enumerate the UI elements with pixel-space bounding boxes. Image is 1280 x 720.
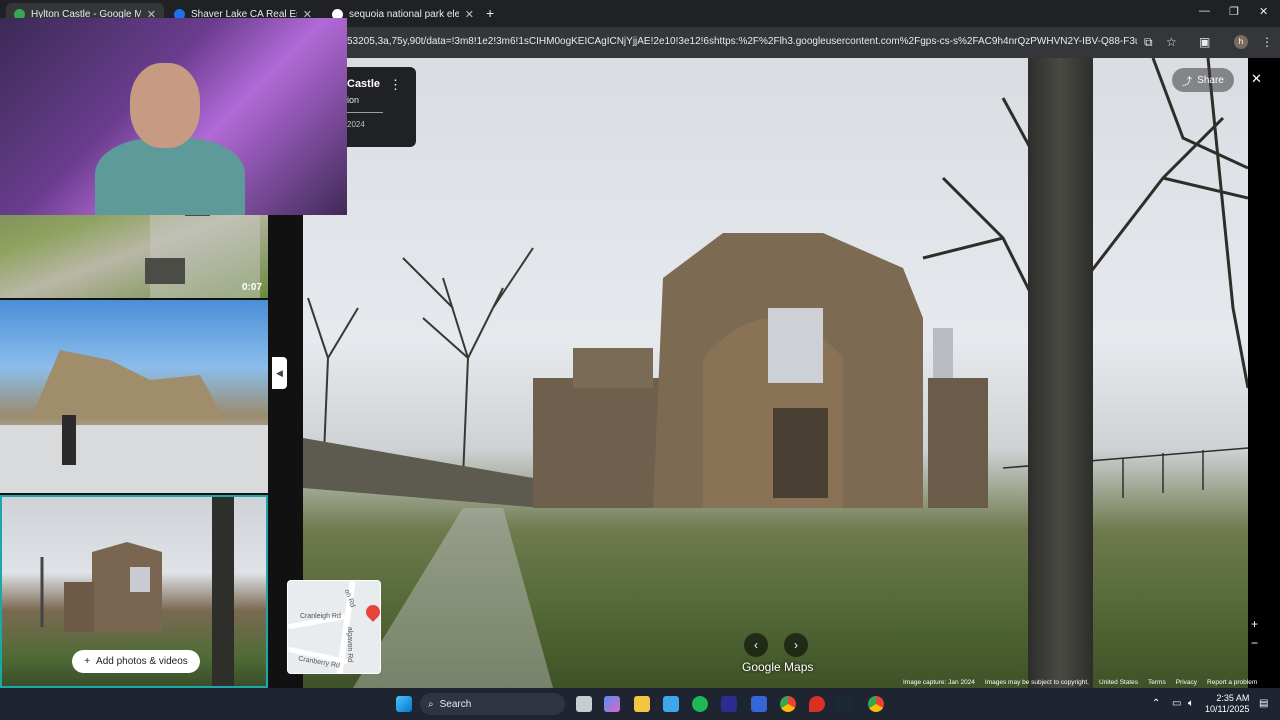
webcam-overlay [0,18,347,215]
plus-icon: + [84,656,91,667]
place-date: 2024 [347,120,365,129]
add-photos-button[interactable]: + Add photos & videos [72,650,200,673]
castle-tower-illustration [0,350,268,493]
notifications-icon[interactable]: ▤ [1259,698,1268,709]
add-photos-label: Add photos & videos [96,656,188,667]
zoom-out-button[interactable]: − [1251,636,1258,650]
webcam-person-head [130,63,200,148]
copilot-icon[interactable] [604,696,620,712]
clock-date: 10/11/2025 [1205,704,1250,714]
app-diamond-icon[interactable] [751,696,767,712]
sidebar-icon[interactable]: ▣ [1199,35,1210,49]
clock-time: 2:35 AM [1216,693,1250,703]
minimap-label: algavon Rd [346,626,354,663]
network-icon[interactable]: ▭ [1172,698,1181,709]
volume-icon[interactable]: 🔈︎ [1188,698,1194,709]
close-viewer-icon[interactable]: ✕ [1251,71,1262,87]
video-duration: 0:07 [241,282,262,293]
file-explorer-icon[interactable] [634,696,650,712]
share-label: Share [1197,74,1224,86]
tab-title: sequoia national park elevation [349,8,459,20]
tree-trunk [1028,58,1093,688]
place-card-divider [347,112,383,113]
steam-icon[interactable] [838,696,854,712]
chevron-left-icon: ‹ [754,638,758,652]
new-tab-icon[interactable]: + [486,5,494,21]
bookmark-star-icon[interactable]: ☆ [1166,35,1177,49]
collapse-panel-button[interactable]: ◀ [272,357,287,389]
windows-start-icon[interactable] [396,696,412,712]
url-field[interactable]: 53205,3a,75y,90t/data=!3m8!1e2!3m6!1sCIH… [347,36,1137,47]
tray-chevron-icon[interactable]: ⌃ [1152,698,1160,709]
tab-sequoia-search[interactable]: sequoia national park elevation ✕ [324,3,482,25]
search-icon: ⌕ [428,698,434,710]
photo-thumbnail[interactable] [0,300,268,493]
chrome-icon[interactable] [780,696,796,712]
install-app-icon[interactable]: ⧉ [1144,35,1153,50]
maps-pin-icon[interactable] [809,696,825,712]
search-label: Search [439,698,472,710]
notepad-icon[interactable] [663,696,679,712]
place-subtitle: ion [347,95,360,105]
minimap[interactable]: Cranleigh Rd Cranberry Rd algavon Rd on … [287,580,381,674]
more-menu-icon[interactable]: ⋮ [1261,35,1273,49]
close-tab-icon[interactable]: ✕ [465,8,474,21]
place-card[interactable]: Castle ion 2024 ⋮ [347,67,416,147]
minimap-label: Cranleigh Rd [300,613,341,620]
chevron-left-icon: ◀ [276,367,283,378]
webcam-person-shirt [95,138,245,215]
place-title: Castle [347,78,381,90]
google-maps-watermark: Google Maps [742,660,814,674]
previous-photo-button[interactable]: ‹ [744,633,768,657]
minimize-icon[interactable]: — [1199,5,1210,17]
zoom-in-button[interactable]: + [1251,617,1258,631]
spotify-icon[interactable] [692,696,708,712]
more-options-icon[interactable]: ⋮ [389,77,402,93]
share-button[interactable]: ⤴ Share [1172,68,1234,92]
taskbar-clock[interactable]: 2:35 AM 10/11/2025 [1205,693,1249,715]
chevron-right-icon: › [794,638,798,652]
street-view-photo[interactable] [303,58,1248,688]
profile-avatar[interactable]: h [1234,35,1248,49]
location-pin-icon [363,602,380,622]
right-edge-strip [1248,58,1280,688]
taskbar-search[interactable]: ⌕ Search [420,693,565,715]
next-photo-button[interactable]: › [784,633,808,657]
task-view-icon[interactable] [576,696,592,712]
chrome-active-icon[interactable] [868,696,884,712]
window-close-icon[interactable]: ✕ [1259,5,1268,18]
restore-icon[interactable]: ❐ [1229,5,1239,18]
hudfx-icon[interactable] [721,696,737,712]
share-icon: ⤴ [1182,76,1193,88]
